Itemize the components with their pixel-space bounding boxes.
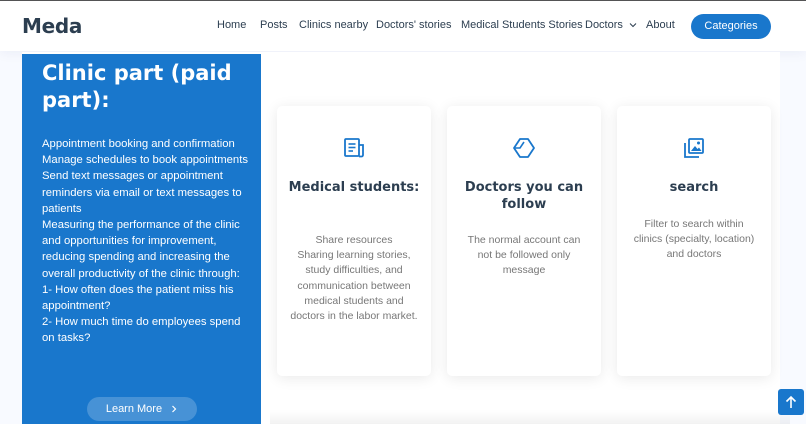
card-text: The normal account can not be followed o… [467,234,581,277]
card-title: Medical students: [288,180,420,195]
nav-clinics-nearby[interactable]: Clinics nearby [299,19,368,31]
chevron-down-icon [629,23,637,28]
learn-more-button[interactable]: Learn More [87,397,197,421]
nav-medical-students-stories[interactable]: Medical Students Stories [461,19,583,31]
document-icon [344,138,364,158]
clinic-panel-title: Clinic part (paid part): [42,61,232,112]
nav-posts[interactable]: Posts [260,19,288,31]
images-icon [684,138,704,158]
card-title: Doctors you can follow [464,180,584,212]
categories-button[interactable]: Categories [691,14,771,39]
site-header: Meda Home Posts Clinics nearby Doctors' … [0,1,806,51]
section-shadow [270,410,790,424]
card-text: Share resources Sharing learning stories,… [290,234,418,323]
chevron-right-icon [172,405,177,413]
cube-icon [513,138,535,158]
learn-more-label: Learn More [105,403,163,415]
nav-doctors-label: Doctors [585,19,623,31]
nav-home[interactable]: Home [217,19,246,31]
clinic-panel: Clinic part (paid part): Appointment boo… [22,54,261,424]
clinic-panel-text: Appointment booking and confirmation Mana… [42,138,248,345]
nav-about[interactable]: About [646,19,675,31]
card-medical-students: Medical students: Share resources Sharing… [277,106,431,376]
arrow-up-icon [785,395,797,408]
card-text: Filter to search within clinics (special… [633,218,755,261]
logo[interactable]: Meda [22,14,82,38]
back-to-top-button[interactable] [778,389,804,415]
nav-doctors-stories[interactable]: Doctors' stories [376,19,451,31]
card-search: search Filter to search within clinics (… [617,106,771,376]
card-title: search [669,180,719,195]
nav-doctors-dropdown[interactable]: Doctors [585,19,637,31]
card-doctors-follow: Doctors you can follow The normal accoun… [447,106,601,376]
